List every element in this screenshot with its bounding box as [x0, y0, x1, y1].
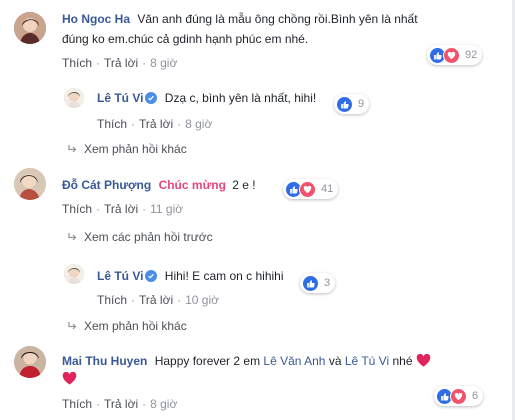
comment-text: Dzạ c, bình yên là nhất, hihi! — [164, 91, 317, 105]
reply-link[interactable]: Trả lời — [139, 293, 173, 307]
avatar[interactable] — [64, 264, 84, 284]
comment-text-end: nhé — [392, 354, 413, 368]
love-reaction-icon — [443, 46, 460, 64]
reply-link[interactable]: Trả lời — [104, 397, 138, 411]
heart-emoji-icon — [62, 372, 77, 385]
reply-link[interactable]: Trả lời — [104, 202, 138, 216]
timestamp[interactable]: 11 giờ — [150, 202, 183, 216]
verified-badge-icon — [145, 92, 158, 104]
verified-badge-icon — [145, 270, 158, 282]
reaction-count: 3 — [324, 277, 331, 289]
comment-text: Happy forever 2 em — [154, 354, 261, 368]
reaction-summary[interactable]: 3 — [300, 273, 336, 293]
comment-author[interactable]: Lê Tú Vi — [97, 269, 143, 283]
reply-arrow-icon — [66, 231, 78, 243]
comment-text-line2: đúng ko em.chúc cả gdinh hạnh phúc em nh… — [62, 32, 309, 46]
view-more-replies-link[interactable]: Xem phản hồi khác — [66, 318, 187, 334]
timestamp[interactable]: 8 giờ — [150, 397, 177, 411]
comment-author[interactable]: Lê Tú Vi — [97, 91, 143, 105]
like-link[interactable]: Thích — [97, 293, 127, 307]
view-previous-replies-label: Xem các phản hồi trước — [84, 230, 213, 244]
reply-arrow-icon — [66, 320, 78, 332]
like-link[interactable]: Thích — [62, 56, 92, 70]
like-link[interactable]: Thích — [62, 397, 92, 411]
reaction-count: 41 — [321, 183, 334, 195]
timestamp[interactable]: 8 giờ — [150, 56, 177, 70]
view-more-replies-link[interactable]: Xem phản hồi khác — [66, 141, 187, 157]
comment-text: Hihi! E cam on c hihihi — [164, 269, 284, 283]
reaction-count: 6 — [472, 390, 479, 402]
like-link[interactable]: Thích — [62, 202, 92, 216]
comment-author[interactable]: Mai Thu Huyen — [62, 354, 147, 368]
reaction-summary[interactable]: 9 — [334, 94, 370, 114]
reply-link[interactable]: Trả lời — [139, 117, 173, 131]
reaction-count: 92 — [465, 49, 478, 61]
avatar[interactable] — [14, 346, 46, 378]
love-reaction-icon — [450, 387, 467, 405]
comment-text: 2 e ! — [232, 178, 256, 192]
love-reaction-icon — [299, 180, 316, 198]
like-reaction-icon — [336, 95, 353, 113]
mention-le-van-anh[interactable]: Lê Văn Anh — [263, 354, 325, 368]
reaction-count: 9 — [358, 98, 365, 110]
comment-text-and: và — [328, 354, 342, 368]
comment-author[interactable]: Ho Ngoc Ha — [62, 12, 130, 26]
reaction-summary[interactable]: 6 — [434, 386, 484, 406]
mention-le-tu-vi[interactable]: Lê Tú Vi — [345, 354, 389, 368]
reaction-summary[interactable]: 41 — [283, 179, 339, 199]
reply-link[interactable]: Trả lời — [104, 56, 138, 70]
comment-text: Văn anh đúng là mẫu ông chồng rồi.Bình y… — [137, 12, 418, 26]
avatar[interactable] — [14, 12, 46, 44]
view-more-replies-label: Xem phản hồi khác — [84, 319, 187, 333]
celebration-tag[interactable]: Chúc mừng — [159, 178, 226, 192]
view-previous-replies-link[interactable]: Xem các phản hồi trước — [66, 229, 213, 245]
like-link[interactable]: Thích — [97, 117, 127, 131]
like-reaction-icon — [302, 274, 319, 292]
heart-emoji-icon — [416, 354, 431, 367]
timestamp[interactable]: 10 giờ — [185, 293, 219, 307]
timestamp[interactable]: 8 giờ — [185, 117, 212, 131]
reaction-summary[interactable]: 92 — [427, 45, 483, 65]
avatar[interactable] — [64, 88, 84, 108]
reply-arrow-icon — [66, 143, 78, 155]
comment-author[interactable]: Đỗ Cát Phượng — [62, 178, 151, 192]
avatar[interactable] — [14, 168, 46, 200]
view-more-replies-label: Xem phản hồi khác — [84, 142, 187, 156]
